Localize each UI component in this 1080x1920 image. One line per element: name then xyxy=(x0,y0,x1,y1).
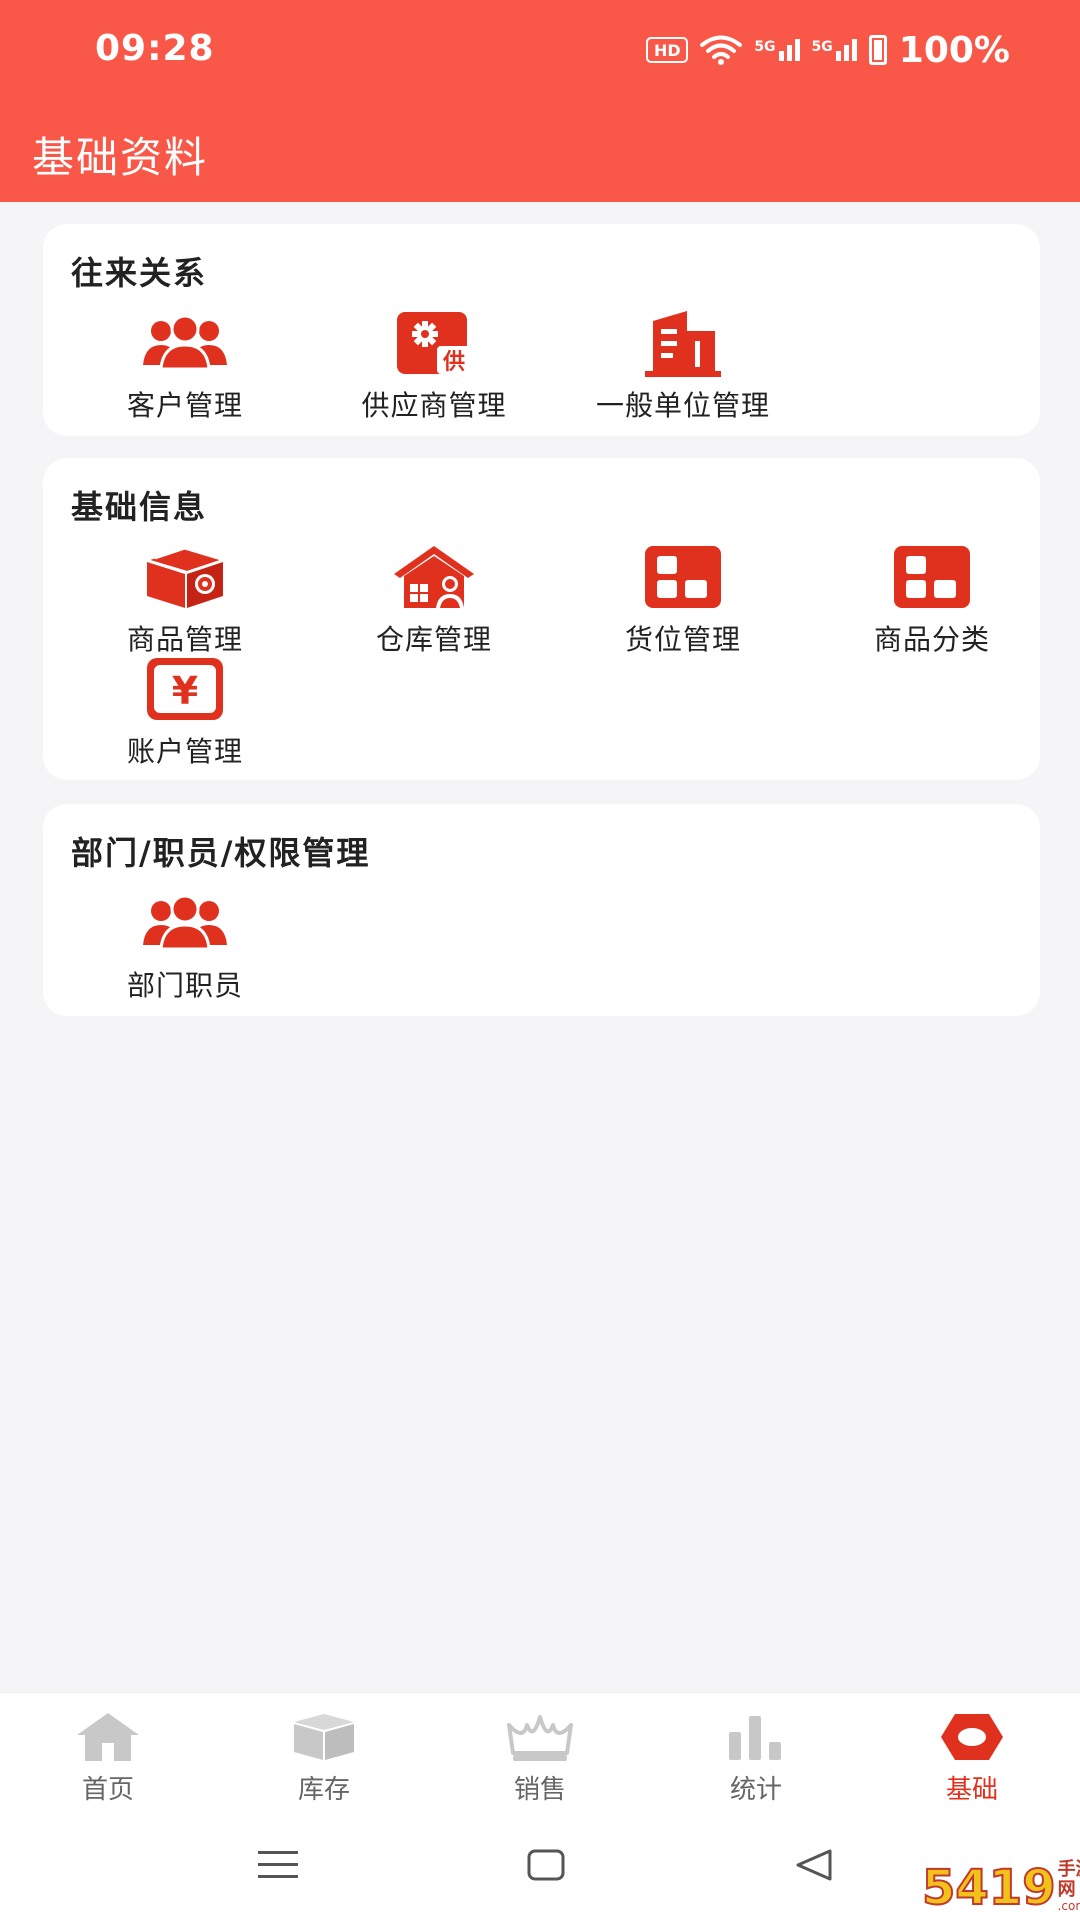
grid-item-label: 仓库管理 xyxy=(375,623,492,656)
crown-icon xyxy=(505,1709,575,1765)
section-department: 部门/职员/权限管理 部门职员 xyxy=(43,804,1040,1016)
building-icon xyxy=(638,308,728,378)
wifi-icon xyxy=(700,35,743,65)
box-icon xyxy=(289,1709,359,1765)
grid-item-label: 货位管理 xyxy=(624,623,741,656)
watermark-cn: 手游网 xyxy=(1057,1859,1080,1901)
bar-chart-icon xyxy=(721,1709,791,1765)
section-basic-info: 基础信息 商品管理 仓库管理 货位管理 商品分类 ¥ 账户管理 xyxy=(43,458,1040,780)
hd-icon: HD xyxy=(646,37,689,63)
grid-item-staff[interactable]: 部门职员 xyxy=(60,888,310,1002)
system-nav-bar: 5419 手游网 .com.cn xyxy=(0,1810,1080,1920)
box-gear-icon xyxy=(140,542,230,612)
grid-item-label: 账户管理 xyxy=(126,735,243,768)
svg-text:¥: ¥ xyxy=(172,669,198,713)
watermark-en: .com.cn xyxy=(1057,1899,1080,1913)
supplier-icon: 供 xyxy=(389,308,479,378)
signal-5g-icon: 5G xyxy=(754,39,800,61)
nav-item-basic[interactable]: 基础 xyxy=(864,1693,1080,1810)
grid-item-warehouse[interactable]: 仓库管理 xyxy=(309,542,559,656)
signal-5g-icon: 5G xyxy=(812,39,857,61)
grid-item-label: 客户管理 xyxy=(126,389,243,422)
svg-text:供: 供 xyxy=(442,349,465,375)
grid-item-label: 供应商管理 xyxy=(361,389,507,422)
grid-item-label: 商品管理 xyxy=(126,623,243,656)
warehouse-icon xyxy=(389,542,479,612)
grid-item-unit[interactable]: 一般单位管理 xyxy=(558,308,808,422)
grid-item-label: 部门职员 xyxy=(126,969,243,1002)
home-button-icon[interactable] xyxy=(516,1840,576,1890)
grid-item-account[interactable]: ¥ 账户管理 xyxy=(60,654,310,768)
nav-item-sales[interactable]: 销售 xyxy=(432,1693,648,1810)
watermark-number: 5419 xyxy=(921,1860,1057,1916)
nav-item-inventory[interactable]: 库存 xyxy=(216,1693,432,1810)
grid-item-customer[interactable]: 客户管理 xyxy=(60,308,310,422)
grid-item-product[interactable]: 商品管理 xyxy=(60,542,310,656)
status-icons: HD 5G 5G 100% xyxy=(646,29,1010,71)
grid-icon xyxy=(887,542,977,612)
grid-icon xyxy=(638,542,728,612)
page-title: 基础资料 xyxy=(32,133,209,182)
nav-label: 库存 xyxy=(297,1775,350,1805)
hexagon-icon xyxy=(937,1709,1007,1765)
users-icon xyxy=(140,888,230,958)
yuan-icon: ¥ xyxy=(140,654,230,724)
users-icon xyxy=(140,308,230,378)
section-relations: 往来关系 客户管理 供 供应商管理 一般单位管理 xyxy=(43,224,1040,436)
watermark-logo: 5419 手游网 .com.cn xyxy=(921,1860,1080,1916)
status-time: 09:28 xyxy=(95,28,215,69)
section-title: 部门/职员/权限管理 xyxy=(71,834,371,872)
back-icon[interactable] xyxy=(784,1840,844,1890)
section-title: 往来关系 xyxy=(71,254,208,292)
menu-icon[interactable] xyxy=(248,1840,308,1890)
bottom-nav: 首页 库存 销售 统计 基础 xyxy=(0,1692,1080,1810)
grid-item-supplier[interactable]: 供 供应商管理 xyxy=(309,308,559,422)
nav-label: 首页 xyxy=(81,1775,134,1805)
app-header: 09:28 HD 5G 5G 100% 基础资料 xyxy=(0,0,1080,202)
nav-item-stats[interactable]: 统计 xyxy=(648,1693,864,1810)
home-icon xyxy=(73,1709,143,1765)
grid-item-category[interactable]: 商品分类 xyxy=(807,542,1057,656)
nav-item-home[interactable]: 首页 xyxy=(0,1693,216,1810)
battery-icon xyxy=(868,35,887,65)
nav-label: 基础 xyxy=(945,1775,998,1805)
section-title: 基础信息 xyxy=(71,488,208,526)
grid-item-location[interactable]: 货位管理 xyxy=(558,542,808,656)
grid-item-label: 一般单位管理 xyxy=(595,389,770,422)
battery-percent: 100% xyxy=(898,29,1010,71)
nav-label: 销售 xyxy=(513,1775,566,1805)
grid-item-label: 商品分类 xyxy=(873,623,990,656)
nav-label: 统计 xyxy=(729,1775,782,1805)
